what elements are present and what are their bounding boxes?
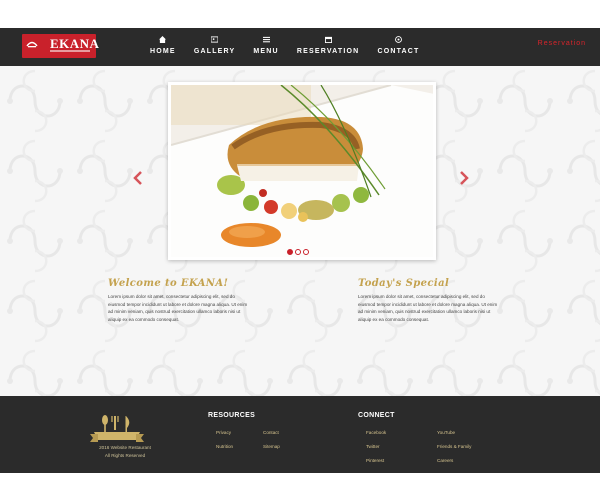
- footer-link-contact[interactable]: Contact: [263, 430, 279, 435]
- nav-label: CONTACT: [377, 48, 420, 55]
- special-title: Today's Special: [358, 278, 450, 289]
- slider-next-arrow-icon[interactable]: [458, 170, 470, 186]
- slider-dot-2[interactable]: [295, 249, 301, 255]
- footer-link-nutrition[interactable]: Nutrition: [216, 444, 233, 449]
- menu-icon: [261, 34, 271, 44]
- logo-emblem-icon: [26, 41, 38, 48]
- footer-link-facebook[interactable]: Facebook: [366, 430, 386, 435]
- nav-contact[interactable]: CONTACT: [377, 34, 419, 60]
- main-nav: HOME GALLERY MENU RESERVATION CONTACT: [150, 34, 438, 60]
- nav-menu[interactable]: MENU: [253, 34, 278, 60]
- welcome-text: Lorem ipsum dolor sit amet, consectetur …: [108, 294, 248, 322]
- slider-dots: [287, 249, 309, 255]
- nav-label: HOME: [150, 48, 176, 55]
- copyright-line2: All Rights Reserved: [104, 453, 146, 458]
- footer-link-twitter[interactable]: Twitter: [366, 444, 380, 449]
- special-section: Today's Special Lorem ipsum dolor sit am…: [358, 278, 498, 323]
- hero-slider[interactable]: [168, 82, 436, 260]
- welcome-title: Welcome to EKANA!: [108, 278, 229, 289]
- nav-label: GALLERY: [193, 48, 236, 55]
- nav-gallery[interactable]: GALLERY: [194, 34, 236, 60]
- logo[interactable]: EKANA: [22, 34, 99, 58]
- reservation-icon: [323, 34, 333, 44]
- resources-title: RESOURCES: [208, 412, 256, 419]
- footer: 2016 Website Restaurant All Rights Reser…: [0, 396, 600, 473]
- nav-reservation[interactable]: RESERVATION: [297, 34, 360, 60]
- nav-label: MENU: [253, 48, 279, 55]
- connect-title: CONNECT: [358, 412, 395, 419]
- copyright: 2016 Website Restaurant All Rights Reser…: [70, 444, 180, 460]
- contact-icon: [393, 34, 403, 44]
- footer-link-sitemap[interactable]: Sitemap: [263, 444, 280, 449]
- page: EKANA HOME GALLERY MENU RESERVATION CONT…: [0, 28, 600, 473]
- welcome-section: Welcome to EKANA! Lorem ipsum dolor sit …: [108, 278, 248, 323]
- copyright-line1: 2016 Website Restaurant: [99, 445, 151, 450]
- slider-dot-3[interactable]: [303, 249, 309, 255]
- reservation-link[interactable]: Reservation: [538, 40, 586, 47]
- restaurant-emblem-icon: [90, 415, 144, 442]
- footer-link-careers[interactable]: Careers: [437, 458, 453, 463]
- top-navbar: EKANA HOME GALLERY MENU RESERVATION CONT…: [0, 28, 600, 66]
- footer-link-youtube[interactable]: YouTube: [437, 430, 455, 435]
- main-content: [0, 66, 600, 396]
- footer-link-privacy[interactable]: Privacy: [216, 430, 231, 435]
- slider-dot-1[interactable]: [287, 249, 293, 255]
- home-icon: [158, 34, 168, 44]
- slider-prev-arrow-icon[interactable]: [132, 170, 144, 186]
- dish-photo: [171, 85, 433, 257]
- footer-link-friends-family[interactable]: Friends & Family: [437, 444, 471, 449]
- gallery-icon: [210, 34, 220, 44]
- nav-home[interactable]: HOME: [150, 34, 176, 60]
- logo-tagline: [50, 50, 90, 52]
- nav-label: RESERVATION: [296, 48, 360, 55]
- footer-link-pinterest[interactable]: Pinterest: [366, 458, 384, 463]
- special-text: Lorem ipsum dolor sit amet, consectetur …: [358, 294, 498, 322]
